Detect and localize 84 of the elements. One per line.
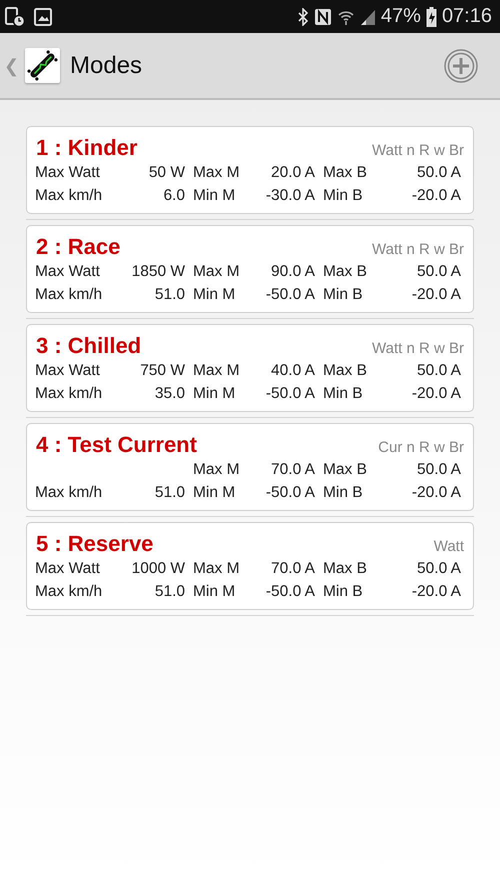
setting-label: Max Watt xyxy=(35,361,101,381)
setting-label: Max M xyxy=(193,559,240,579)
setting-label: Max km/h xyxy=(35,186,104,206)
setting-label: Min M xyxy=(193,582,236,602)
mode-title: 4 : Test Current xyxy=(36,432,197,458)
setting-label: Max B xyxy=(323,262,368,282)
mode-card[interactable]: 4 : Test Current Cur n R w Br Max M 70.0 A Max B 50.0 A Max km/h 51.0 Min M -50.0 A Min B -20.0 A xyxy=(26,423,474,511)
setting-label: Max B xyxy=(323,163,368,183)
setting-value: 51.0 xyxy=(154,285,185,305)
bluetooth-icon xyxy=(296,8,309,26)
setting-value: 50.0 A xyxy=(416,559,461,579)
setting-label: Min B xyxy=(323,186,364,206)
setting-value: 50.0 A xyxy=(416,460,461,480)
setting-label: Max M xyxy=(193,460,240,480)
setting-value: 50 W xyxy=(148,163,185,183)
setting-label: Max Watt xyxy=(35,262,101,282)
skateboard-icon xyxy=(25,48,60,83)
setting-value: -50.0 A xyxy=(264,384,315,404)
mode-title: 1 : Kinder xyxy=(36,135,138,161)
setting-value: -20.0 A xyxy=(410,384,461,404)
setting-label: Min M xyxy=(193,285,236,305)
setting-value: 51.0 xyxy=(154,582,185,602)
setting-value: 90.0 A xyxy=(270,262,315,282)
setting-value: 1000 W xyxy=(130,559,185,579)
setting-value: 40.0 A xyxy=(270,361,315,381)
screen-timer-icon xyxy=(4,6,26,28)
mode-card[interactable]: 5 : Reserve Watt Max Watt 1000 W Max M 70.0 A Max B 50.0 A Max km/h 51.0 Min M -50.0 A Min B -20.0 A xyxy=(26,522,474,610)
setting-value: -30.0 A xyxy=(264,186,315,206)
mode-card[interactable]: 1 : Kinder Watt n R w Br Max Watt 50 W Max M 20.0 A Max B 50.0 A Max km/h 6.0 Min M -30.0 A Min B -20.0 A xyxy=(26,126,474,214)
setting-value: -50.0 A xyxy=(264,582,315,602)
setting-label: Max B xyxy=(323,361,368,381)
mode-card[interactable]: 3 : Chilled Watt n R w Br Max Watt 750 W Max M 40.0 A Max B 50.0 A Max km/h 35.0 Min M -50.0 A Min B -20.0 A xyxy=(26,324,474,412)
setting-label: Min M xyxy=(193,483,236,503)
setting-value: -20.0 A xyxy=(410,285,461,305)
clock-time: 07:16 xyxy=(442,5,492,28)
setting-value: 70.0 A xyxy=(270,559,315,579)
setting-label: Max km/h xyxy=(35,285,104,305)
screen-title: Modes xyxy=(70,52,142,80)
mode-type: Watt xyxy=(434,538,464,555)
setting-value: -20.0 A xyxy=(410,483,461,503)
setting-label: Max Watt xyxy=(35,559,101,579)
mode-type: Watt n R w Br xyxy=(372,340,464,357)
setting-label: Max km/h xyxy=(35,582,104,602)
mode-title: 3 : Chilled xyxy=(36,333,142,359)
setting-value: 50.0 A xyxy=(416,361,461,381)
setting-value: -20.0 A xyxy=(410,582,461,602)
setting-value: -50.0 A xyxy=(264,483,315,503)
mode-type: Cur n R w Br xyxy=(378,439,464,456)
battery-percent: 47% xyxy=(380,5,421,28)
setting-label: Min M xyxy=(193,186,236,206)
mode-title: 5 : Reserve xyxy=(36,531,154,557)
setting-label: Max km/h xyxy=(35,384,104,404)
setting-label: Max M xyxy=(193,262,240,282)
setting-label: Min B xyxy=(323,582,364,602)
setting-value: 1850 W xyxy=(130,262,185,282)
setting-value: 6.0 xyxy=(162,186,185,206)
setting-label: Max B xyxy=(323,460,368,480)
setting-value: 35.0 xyxy=(154,384,185,404)
setting-value: 70.0 A xyxy=(270,460,315,480)
setting-value: 51.0 xyxy=(154,483,185,503)
mode-title: 2 : Race xyxy=(36,234,120,260)
setting-value: -20.0 A xyxy=(410,186,461,206)
setting-label: Min M xyxy=(193,384,236,404)
setting-label: Max M xyxy=(193,163,240,183)
setting-label: Max Watt xyxy=(35,163,101,183)
nfc-icon xyxy=(314,8,332,26)
setting-label: Min B xyxy=(323,285,364,305)
mode-type: Watt n R w Br xyxy=(372,142,464,159)
battery-charging-icon xyxy=(426,6,437,26)
setting-label: Min B xyxy=(323,384,364,404)
image-icon xyxy=(34,8,52,26)
setting-value: -50.0 A xyxy=(264,285,315,305)
setting-label: Min B xyxy=(323,483,364,503)
setting-value: 50.0 A xyxy=(416,163,461,183)
signal-icon xyxy=(360,8,376,24)
setting-value: 20.0 A xyxy=(270,163,315,183)
setting-label: Max B xyxy=(323,559,368,579)
mode-type: Watt n R w Br xyxy=(372,241,464,258)
add-button[interactable] xyxy=(444,48,478,82)
setting-label: Max km/h xyxy=(35,483,104,503)
setting-value: 750 W xyxy=(139,361,185,381)
setting-value: 50.0 A xyxy=(416,262,461,282)
mode-card[interactable]: 2 : Race Watt n R w Br Max Watt 1850 W Max M 90.0 A Max B 50.0 A Max km/h 51.0 Min M -50.0 A Min B -20.0 A xyxy=(26,225,474,313)
setting-label: Max M xyxy=(193,361,240,381)
